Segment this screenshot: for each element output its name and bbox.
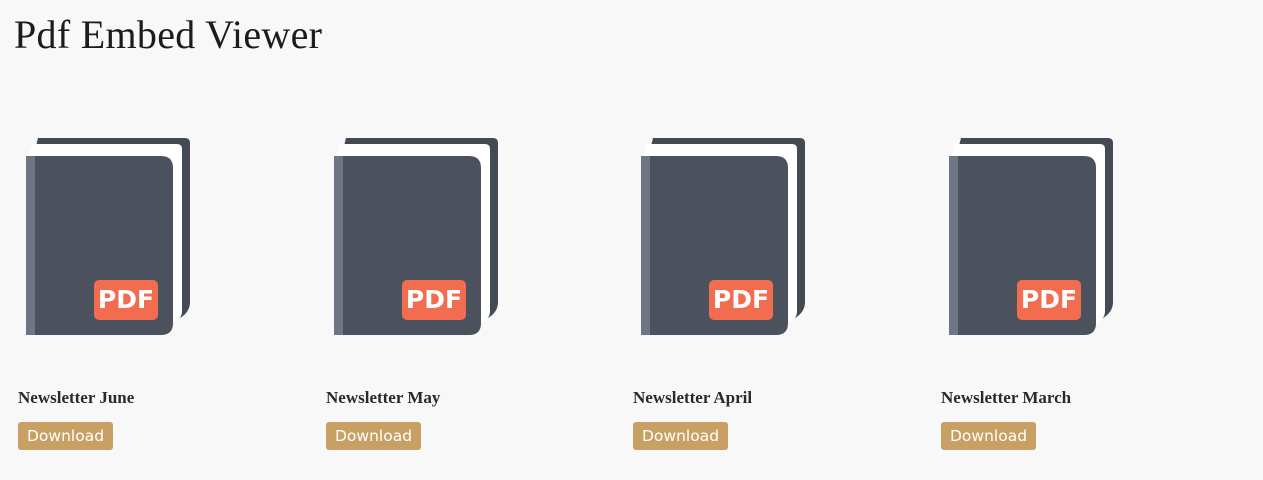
pdf-book-icon[interactable]: PDF	[941, 130, 1121, 345]
document-title: Newsletter May	[326, 388, 441, 407]
pdf-badge-label: PDF	[713, 285, 769, 314]
pdf-badge-label: PDF	[98, 285, 154, 314]
pdf-book-icon[interactable]: PDF	[18, 130, 198, 345]
download-button[interactable]: Download	[18, 422, 114, 450]
document-title: Newsletter June	[18, 388, 135, 407]
pdf-book-icon[interactable]: PDF	[633, 130, 813, 345]
document-card: PDF Newsletter March Download	[941, 130, 1221, 460]
document-card: PDF Newsletter June Download	[18, 130, 298, 460]
document-card: PDF Newsletter May Download	[326, 130, 606, 460]
download-button[interactable]: Download	[941, 422, 1037, 450]
document-title: Newsletter April	[633, 388, 753, 407]
download-button[interactable]: Download	[633, 422, 729, 450]
document-card: PDF Newsletter April Download	[633, 130, 913, 460]
pdf-badge-label: PDF	[406, 285, 462, 314]
document-grid: PDF Newsletter June Download PDF Newslet…	[0, 0, 1263, 480]
pdf-badge-label: PDF	[1021, 285, 1077, 314]
download-button[interactable]: Download	[326, 422, 422, 450]
document-title: Newsletter March	[941, 388, 1072, 407]
pdf-book-icon[interactable]: PDF	[326, 130, 506, 345]
